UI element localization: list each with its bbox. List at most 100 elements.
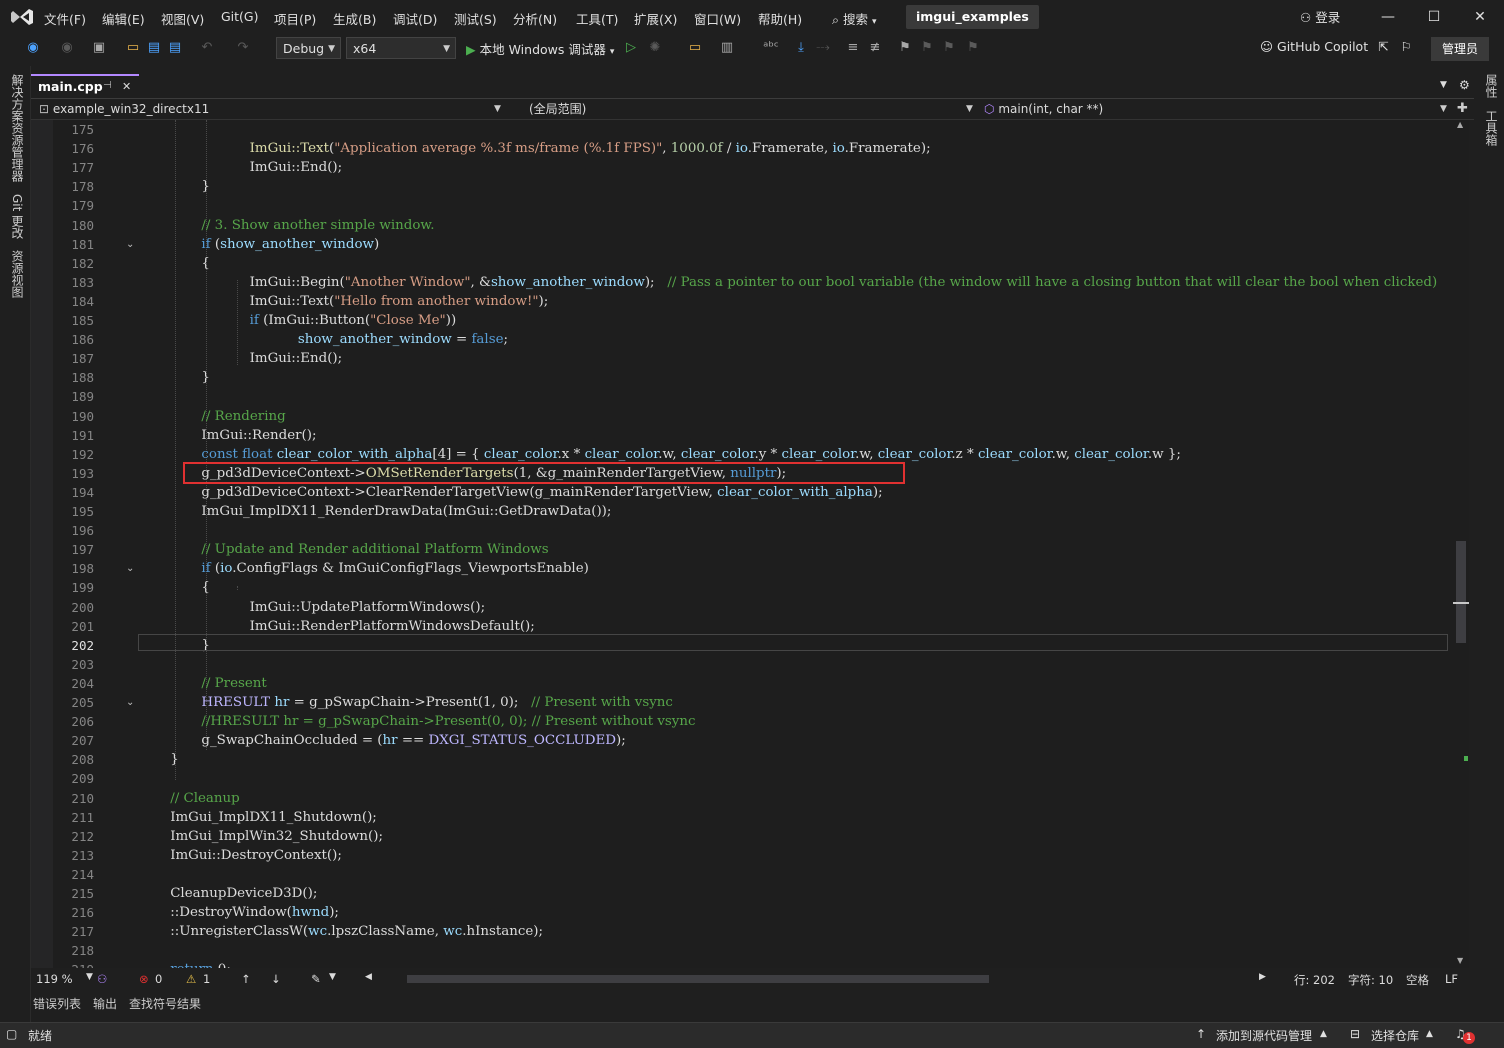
code-line[interactable]: ImGui::Render(); — [201, 428, 316, 443]
line-ending-indicator[interactable]: LF — [1445, 972, 1458, 986]
previous-bookmark-icon[interactable]: ⚑ — [918, 39, 936, 57]
sign-in-button[interactable]: ⚇ 登录 — [1300, 7, 1340, 26]
folder-icon[interactable]: ▭ — [686, 39, 704, 57]
chevron-down-icon[interactable]: ▼ — [86, 972, 93, 982]
code-line[interactable]: ImGui::Text("Hello from another window!"… — [233, 294, 549, 309]
code-line[interactable]: const float clear_color_with_alpha[4] = … — [201, 447, 1180, 462]
properties-tab[interactable]: 属性 — [1483, 74, 1500, 98]
github-copilot-button[interactable]: ☺ GitHub Copilot ⇱ ⚐ — [1260, 39, 1412, 54]
chevron-up-icon[interactable]: ▲ — [1426, 1029, 1433, 1039]
open-file-icon[interactable]: ▭ — [124, 39, 142, 57]
start-without-debugging-icon[interactable]: ▷ — [622, 39, 640, 57]
code-line[interactable]: // 3. Show another simple window. — [201, 218, 434, 233]
fold-chevron-icon[interactable]: ⌄ — [126, 697, 134, 708]
menu-item[interactable]: 调试(D) — [393, 9, 437, 28]
code-line[interactable]: ImGui_ImplWin32_Shutdown(); — [170, 829, 383, 844]
code-line[interactable]: ImGui::Begin("Another Window", &show_ano… — [233, 275, 1438, 290]
code-line[interactable]: if (ImGui::Button("Close Me")) — [233, 313, 457, 328]
code-line[interactable]: // Present — [201, 676, 266, 691]
previous-issue-icon[interactable]: ↑ — [241, 972, 251, 986]
comment-lines-icon[interactable]: ≡ — [844, 39, 862, 57]
split-editor-icon[interactable]: ✚ — [1457, 100, 1468, 118]
code-line[interactable]: CleanupDeviceD3D(); — [170, 886, 317, 901]
code-line[interactable]: ImGui::Text("Application average %.3f ms… — [233, 141, 931, 156]
code-line[interactable]: ImGui::UpdatePlatformWindows(); — [233, 600, 485, 615]
member-dropdown[interactable]: ⬡ main(int, char **) — [984, 100, 1103, 118]
code-line[interactable]: } — [170, 752, 179, 767]
solution-explorer-tab[interactable]: 解决方案资源管理器 — [9, 74, 26, 182]
chevron-up-icon[interactable]: ▲ — [1320, 1029, 1327, 1039]
menu-item[interactable]: 视图(V) — [161, 9, 204, 28]
git-changes-tab[interactable]: Git 更改 — [9, 194, 26, 239]
code-line[interactable]: show_another_window = false; — [264, 332, 508, 347]
add-to-source-control-button[interactable]: 添加到源代码管理 — [1216, 1027, 1312, 1044]
code-line[interactable]: return 0; — [170, 962, 231, 968]
code-line[interactable]: ::DestroyWindow(hwnd); — [170, 905, 339, 920]
vertical-scrollbar[interactable]: ▲ ▼ — [1453, 120, 1469, 968]
chevron-down-icon[interactable]: ▼ — [966, 100, 973, 118]
warning-count[interactable]: 1 — [203, 972, 210, 986]
line-indicator[interactable]: 行: 202 — [1294, 972, 1335, 988]
tab-error-list[interactable]: 错误列表 — [33, 995, 81, 1012]
copilot-status-icon[interactable]: ⚇ — [97, 972, 107, 986]
search-box[interactable]: ⌕ 搜索 ▾ — [832, 9, 877, 28]
code-line[interactable]: ::UnregisterClassW(wc.lpszClassName, wc.… — [170, 924, 543, 939]
uncomment-lines-icon[interactable]: ≢ — [866, 39, 884, 57]
code-line[interactable]: ImGui::RenderPlatformWindowsDefault(); — [233, 619, 535, 634]
menu-item[interactable]: 帮助(H) — [758, 9, 802, 28]
pin-tab-icon[interactable]: ⊣ — [103, 80, 112, 91]
code-line[interactable]: // Rendering — [201, 409, 285, 424]
code-line[interactable]: } — [201, 179, 210, 194]
menu-item[interactable]: 生成(B) — [333, 9, 376, 28]
code-line[interactable]: ImGui::End(); — [233, 160, 343, 175]
code-editor[interactable]: 175 176 177 178 179 180 181 ⌄ 182 183 184 185 186 187… — [31, 120, 1453, 968]
code-line[interactable]: ImGui_ImplDX11_Shutdown(); — [170, 810, 377, 825]
chevron-down-icon[interactable]: ▼ — [494, 100, 501, 118]
scroll-up-icon[interactable]: ▲ — [1457, 120, 1463, 129]
menu-item[interactable]: 文件(F) — [44, 9, 86, 28]
settings-gear-icon[interactable]: ⚙ — [1459, 78, 1470, 92]
tab-output[interactable]: 输出 — [93, 995, 117, 1012]
menu-item[interactable]: 工具(T) — [576, 9, 618, 28]
code-line[interactable]: { — [201, 256, 210, 271]
bookmark-icon[interactable]: ⚑ — [896, 39, 914, 57]
toolbox-tab[interactable]: 工具箱 — [1483, 110, 1500, 146]
code-line[interactable]: ImGui::End(); — [233, 351, 343, 366]
cleanup-brush-icon[interactable]: ✎ — [311, 972, 321, 986]
minimize-button[interactable]: — — [1373, 6, 1403, 28]
notification-count[interactable]: 1 — [1463, 1032, 1475, 1044]
save-icon[interactable]: ▤ — [145, 39, 163, 57]
scroll-left-icon[interactable]: ◀ — [365, 972, 372, 982]
code-line[interactable]: if (io.ConfigFlags & ImGuiConfigFlags_Vi… — [201, 561, 588, 576]
code-line[interactable]: if (show_another_window) — [201, 237, 379, 252]
code-line[interactable]: //HRESULT hr = g_pSwapChain->Present(0, … — [201, 714, 695, 729]
resource-view-tab[interactable]: 资源视图 — [9, 250, 26, 298]
tab-list-dropdown-icon[interactable]: ▼ — [1440, 80, 1447, 90]
solution-configuration-dropdown[interactable]: Debug ▼ — [276, 37, 341, 59]
navigate-back-icon[interactable]: ◉ — [24, 39, 42, 57]
warning-icon[interactable]: ⚠ — [186, 972, 196, 986]
tab-main-cpp[interactable]: main.cpp ⊣ ✕ — [31, 74, 139, 98]
code-line[interactable]: HRESULT hr = g_pSwapChain->Present(1, 0)… — [201, 695, 673, 710]
vertical-scroll-thumb[interactable] — [1456, 541, 1466, 643]
menu-item[interactable]: 项目(P) — [274, 9, 316, 28]
close-tab-icon[interactable]: ✕ — [122, 80, 131, 93]
step-into-icon[interactable]: ⤓ — [792, 39, 810, 57]
char-indicator[interactable]: 字符: 10 — [1348, 972, 1393, 988]
scroll-down-icon[interactable]: ▼ — [1457, 956, 1463, 965]
horizontal-scroll-thumb[interactable] — [407, 975, 989, 983]
code-line[interactable]: // Cleanup — [170, 791, 240, 806]
chevron-down-icon[interactable]: ▼ — [1440, 100, 1447, 118]
zoom-level[interactable]: 119 % — [36, 972, 73, 986]
tab-find-symbol-results[interactable]: 查找符号结果 — [129, 995, 201, 1012]
code-line[interactable]: ImGui_ImplDX11_RenderDrawData(ImGui::Get… — [201, 504, 611, 519]
scope-dropdown[interactable]: (全局范围) — [529, 100, 586, 118]
step-over-icon[interactable]: ⤏ — [814, 39, 832, 57]
spell-check-icon[interactable]: ᵃᵇᶜ — [762, 39, 780, 57]
project-dropdown[interactable]: ⊡ example_win32_directx11 — [39, 100, 209, 118]
next-issue-icon[interactable]: ↓ — [271, 972, 281, 986]
menu-item[interactable]: 扩展(X) — [634, 9, 677, 28]
code-line[interactable]: } — [201, 370, 210, 385]
menu-item[interactable]: 测试(S) — [454, 9, 497, 28]
maximize-button[interactable]: ☐ — [1419, 6, 1449, 28]
